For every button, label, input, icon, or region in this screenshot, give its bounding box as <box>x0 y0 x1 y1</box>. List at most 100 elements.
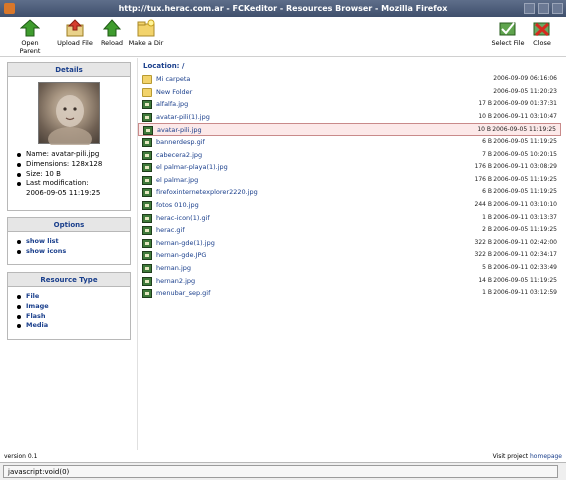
folder-icon <box>142 87 152 97</box>
file-row[interactable]: firefoxinternetexplorer2220.jpg 6 B 2006-0… <box>138 186 561 199</box>
file-row[interactable]: New Folder 2006-09-05 11:20:23 <box>138 86 561 99</box>
file-row[interactable]: hernan2.jpg 14 B 2006-09-05 11:19:25 <box>138 275 561 288</box>
show-icons-link[interactable]: show icons <box>26 247 66 255</box>
file-date: 2006-09-05 11:19:25 <box>493 226 557 234</box>
resource-type-flash[interactable]: Flash <box>16 312 130 322</box>
details-title: Details <box>8 63 130 77</box>
image-file-icon <box>142 238 152 248</box>
file-name-link[interactable]: hernan2.jpg <box>156 277 195 285</box>
detail-size: Size: 10 B <box>16 170 130 180</box>
image-file-icon <box>143 126 153 136</box>
file-name-link[interactable]: el palmar-playa(1).jpg <box>156 163 228 171</box>
file-name-link[interactable]: herac.gif <box>156 226 185 234</box>
file-name-link[interactable]: hernan.jpg <box>156 264 191 272</box>
file-row[interactable]: el palmar.jpg 176 B 2006-09-05 11:19:25 <box>138 174 561 187</box>
homepage-link[interactable]: homepage <box>530 453 562 460</box>
window-controls <box>524 3 563 14</box>
file-size: 7 B <box>482 150 492 158</box>
image-file-icon <box>142 100 152 110</box>
close-label: Close <box>533 39 551 47</box>
option-show-list[interactable]: show list <box>16 237 130 247</box>
file-name-link[interactable]: firefoxinternetexplorer2220.jpg <box>156 188 258 196</box>
options-title: Options <box>8 218 130 232</box>
close-button[interactable]: Close <box>531 19 553 47</box>
file-name-link[interactable]: avatar-pili(1).jpg <box>156 113 210 121</box>
reload-button[interactable]: Reload <box>98 19 126 47</box>
version-text: version 0.1 <box>4 453 38 460</box>
resource-type-media[interactable]: Media <box>16 321 130 331</box>
file-name-link[interactable]: hernan-gde.JPG <box>156 251 206 259</box>
file-size: 5 B <box>482 263 492 271</box>
file-row[interactable]: Mi carpeta 2006-09-09 06:16:06 <box>138 73 561 86</box>
file-row[interactable]: hernan-gde(1).jpg 322 B 2006-09-11 02:42:0… <box>138 237 561 250</box>
file-row[interactable]: herac.gif 2 B 2006-09-05 11:19:25 <box>138 224 561 237</box>
resource-type-list: File Image Flash Media <box>8 292 130 331</box>
image-file-icon <box>142 226 152 236</box>
file-row[interactable]: fotos 010.jpg 244 B 2006-09-11 03:10:10 <box>138 199 561 212</box>
green-up-arrow-icon <box>19 19 41 37</box>
options-list: show list show icons <box>8 237 130 257</box>
show-list-link[interactable]: show list <box>26 237 59 245</box>
file-size: 10 B <box>478 112 492 120</box>
toolbar: Open Parent Upload File Reload Make a Di… <box>0 17 566 57</box>
file-name-link[interactable]: cabecera2.jpg <box>156 151 202 159</box>
file-name-link[interactable]: menubar_sep.gif <box>156 289 210 297</box>
image-file-icon <box>142 163 152 173</box>
file-name-link[interactable]: New Folder <box>156 88 192 96</box>
file-row[interactable]: avatar-pili.jpg 10 B 2006-09-05 11:19:25 <box>138 123 561 136</box>
resource-flash-link[interactable]: Flash <box>26 312 46 320</box>
file-row[interactable]: cabecera2.jpg 7 B 2006-09-05 10:20:15 <box>138 149 561 162</box>
file-name-link[interactable]: alfalfa.jpg <box>156 100 188 108</box>
status-text: javascript:void(0) <box>3 465 558 478</box>
make-dir-button[interactable]: Make a Dir <box>128 19 164 47</box>
make-dir-label: Make a Dir <box>128 39 164 47</box>
resource-type-file[interactable]: File <box>16 292 130 302</box>
image-file-icon <box>142 251 152 261</box>
resource-type-panel: Resource Type File Image Flash Media <box>7 272 131 340</box>
file-size: 1 B <box>482 289 492 297</box>
file-name-link[interactable]: fotos 010.jpg <box>156 201 199 209</box>
upload-file-button[interactable]: Upload File <box>55 19 95 47</box>
detail-name: Name: avatar-pili.jpg <box>16 150 130 160</box>
file-list: Mi carpeta 2006-09-09 06:16:06 New Folder 2… <box>138 73 561 300</box>
image-file-icon <box>142 112 152 122</box>
file-date: 2006-09-05 11:19:25 <box>493 276 557 284</box>
file-name-link[interactable]: Mi carpeta <box>156 75 190 83</box>
file-row[interactable]: hernan.jpg 5 B 2006-09-11 02:33:49 <box>138 262 561 275</box>
detail-dimensions: Dimensions: 128x128 <box>16 160 130 170</box>
file-name-link[interactable]: herac-icon(1).gif <box>156 214 210 222</box>
details-list: Name: avatar-pili.jpg Dimensions: 128x12… <box>8 150 130 189</box>
file-name-link[interactable]: avatar-pili.jpg <box>157 126 202 134</box>
location-label: Location: / <box>143 62 185 70</box>
status-bar: javascript:void(0) <box>0 462 566 480</box>
resource-image-link[interactable]: Image <box>26 302 49 310</box>
detail-last-modification: Last modification: <box>16 179 130 189</box>
file-name-link[interactable]: hernan-gde(1).jpg <box>156 239 215 247</box>
file-row[interactable]: avatar-pili(1).jpg 10 B 2006-09-11 03:10:4… <box>138 111 561 124</box>
file-date: 2006-09-11 02:42:00 <box>493 238 557 246</box>
file-row[interactable]: bannerdesp.gif 6 B 2006-09-05 11:19:25 <box>138 136 561 149</box>
resource-media-link[interactable]: Media <box>26 321 48 329</box>
file-name-link[interactable]: el palmar.jpg <box>156 176 198 184</box>
file-date: 2006-09-05 10:20:15 <box>493 150 557 158</box>
window-close-button[interactable] <box>552 3 563 14</box>
resource-type-image[interactable]: Image <box>16 302 130 312</box>
file-row[interactable]: herac-icon(1).gif 1 B 2006-09-11 03:13:37 <box>138 212 561 225</box>
open-parent-button[interactable]: Open Parent <box>10 19 50 55</box>
file-row[interactable]: hernan-gde.JPG 322 B 2006-09-11 02:34:17 <box>138 249 561 262</box>
resource-file-link[interactable]: File <box>26 292 39 300</box>
file-size: 322 B <box>474 238 492 246</box>
file-date: 2006-09-05 11:19:25 <box>492 126 556 134</box>
select-file-button[interactable]: Select File <box>491 19 525 47</box>
minimize-button[interactable] <box>524 3 535 14</box>
option-show-icons[interactable]: show icons <box>16 247 130 257</box>
upload-file-label: Upload File <box>57 39 93 47</box>
file-row[interactable]: menubar_sep.gif 1 B 2006-09-11 03:12:59 <box>138 287 561 300</box>
maximize-button[interactable] <box>538 3 549 14</box>
file-date: 2006-09-11 02:34:17 <box>493 251 557 259</box>
file-row[interactable]: alfalfa.jpg 17 B 2006-09-09 01:37:31 <box>138 98 561 111</box>
image-file-icon <box>142 276 152 286</box>
file-row[interactable]: el palmar-playa(1).jpg 176 B 2006-09-11 03… <box>138 161 561 174</box>
file-date: 2006-09-09 01:37:31 <box>493 100 557 108</box>
file-name-link[interactable]: bannerdesp.gif <box>156 138 205 146</box>
